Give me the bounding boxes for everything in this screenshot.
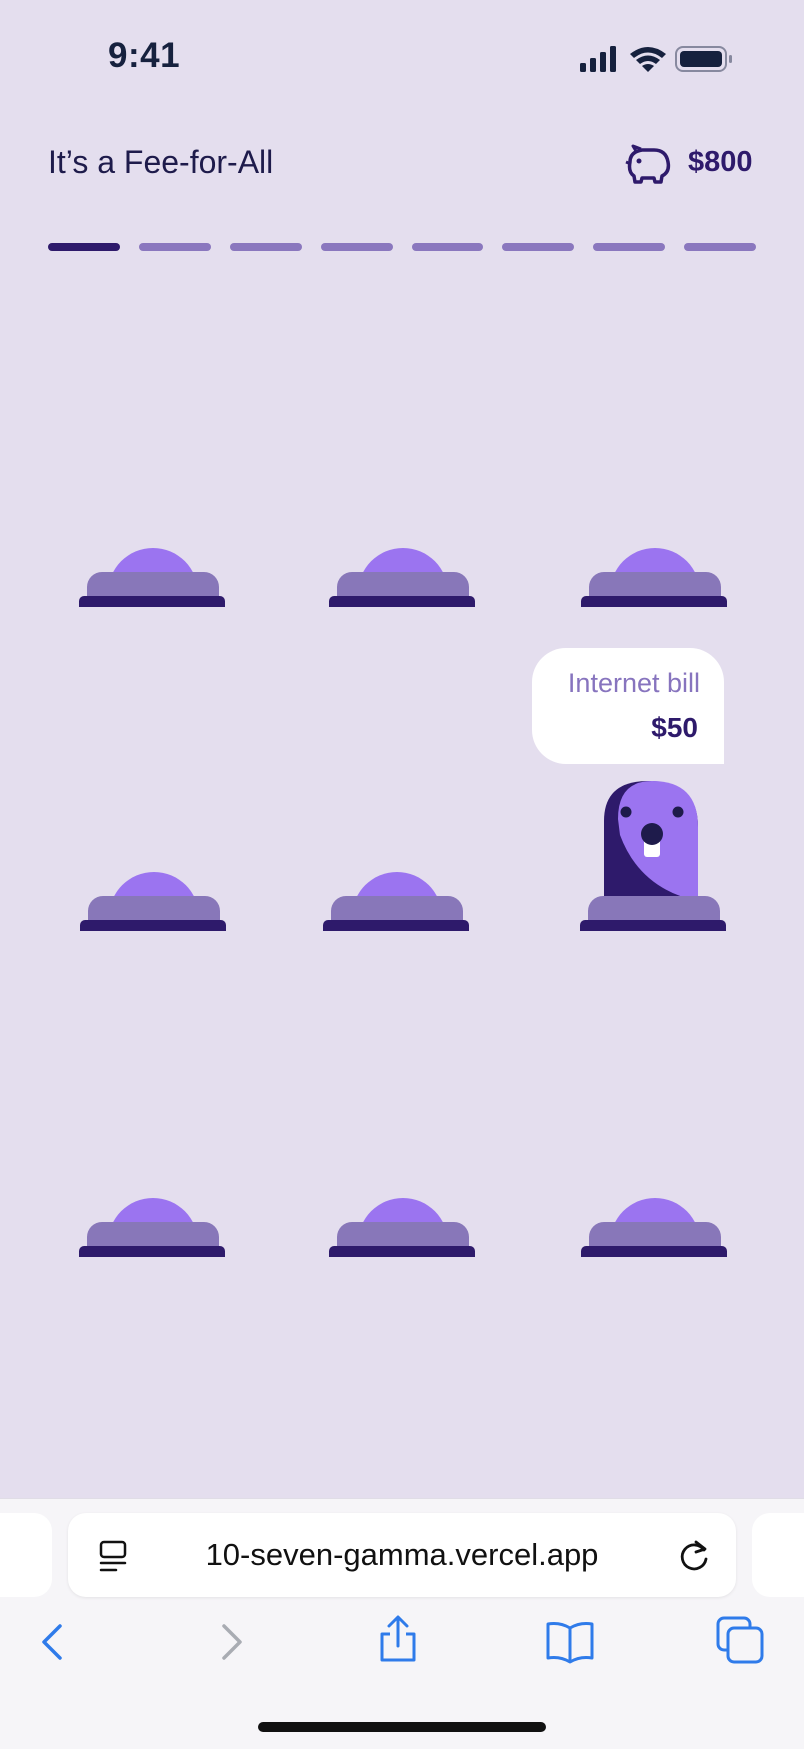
progress-segment-4 <box>320 243 393 251</box>
level-progress <box>48 243 756 251</box>
bookmarks-icon[interactable] <box>544 1616 596 1668</box>
back-icon[interactable] <box>28 1616 80 1668</box>
balance-amount: $800 <box>688 146 753 178</box>
mole-hole-6[interactable] <box>580 872 728 938</box>
signal-icon <box>580 46 616 72</box>
mole-hole-4[interactable] <box>80 872 228 938</box>
progress-segment-7 <box>593 243 666 251</box>
piggy-bank-icon <box>625 144 671 184</box>
fee-bubble: Internet bill $50 <box>532 648 724 764</box>
share-icon[interactable] <box>372 1614 424 1666</box>
status-time: 9:41 <box>108 36 181 75</box>
status-icons <box>580 46 732 72</box>
progress-segment-5 <box>411 243 484 251</box>
mole-hole-8[interactable] <box>329 1198 477 1264</box>
url-text[interactable]: 10-seven-gamma.vercel.app <box>68 1537 736 1573</box>
progress-segment-2 <box>138 243 211 251</box>
battery-icon <box>675 46 732 72</box>
progress-segment-3 <box>229 243 302 251</box>
mole-hole-7[interactable] <box>79 1198 227 1264</box>
mole-hole-1[interactable] <box>79 548 227 614</box>
progress-segment-1 <box>48 243 120 251</box>
home-indicator[interactable] <box>258 1722 546 1732</box>
mole-hole-2[interactable] <box>329 548 477 614</box>
mole-hole-5[interactable] <box>323 872 471 938</box>
fee-amount: $50 <box>651 712 698 743</box>
forward-icon[interactable] <box>204 1616 256 1668</box>
reload-icon[interactable] <box>676 1537 712 1573</box>
tabs-icon[interactable] <box>714 1614 766 1666</box>
mole-hole-9[interactable] <box>581 1198 729 1264</box>
next-tab-preview[interactable] <box>752 1513 804 1597</box>
progress-segment-6 <box>502 243 575 251</box>
mole-hole-3[interactable] <box>581 548 729 614</box>
game-title: It’s a Fee-for-All <box>48 144 274 180</box>
previous-tab-preview[interactable] <box>0 1513 52 1597</box>
fee-label: Internet bill <box>567 668 700 698</box>
wifi-icon <box>630 47 666 72</box>
address-bar[interactable]: 10-seven-gamma.vercel.app <box>68 1513 736 1597</box>
progress-segment-8 <box>684 243 756 251</box>
